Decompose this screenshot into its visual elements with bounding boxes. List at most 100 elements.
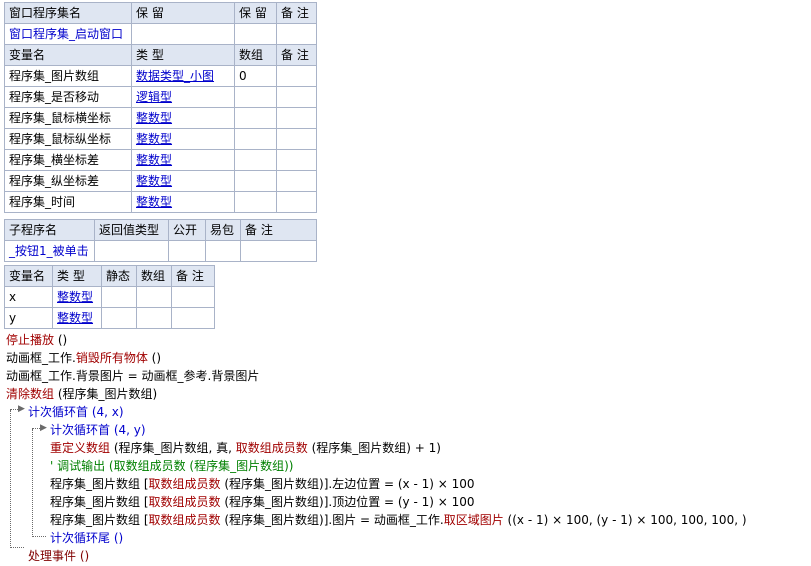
variable-note-cell[interactable] bbox=[171, 307, 215, 329]
code-line[interactable]: 动画框_工作.背景图片 = 动画框_参考.背景图片 bbox=[6, 367, 259, 385]
function-name: 取数组成员数 bbox=[148, 513, 221, 527]
variable-name-cell[interactable]: 程序集_是否移动 bbox=[4, 86, 132, 108]
note-cell[interactable] bbox=[276, 23, 317, 45]
variable-static-cell[interactable] bbox=[101, 286, 137, 308]
loop-guide-outer bbox=[10, 410, 11, 548]
reserved-cell-2[interactable] bbox=[234, 23, 277, 45]
code-text: 程序集_图片数组 [ bbox=[50, 513, 149, 527]
variable-name-cell[interactable]: 程序集_鼠标纵坐标 bbox=[4, 128, 132, 150]
header-note: 备 注 bbox=[171, 265, 215, 287]
header-assembly-name: 窗口程序集名 bbox=[4, 2, 132, 24]
variable-type-link[interactable]: 整数型 bbox=[131, 128, 235, 150]
header-array: 数组 bbox=[234, 44, 277, 66]
loop-guide-inner bbox=[32, 429, 33, 537]
variable-array-cell[interactable] bbox=[136, 286, 172, 308]
table-row: 程序集_鼠标横坐标 整数型 bbox=[4, 107, 317, 129]
code-text: ((x - 1) × 100, (y - 1) × 100, 100, 100,… bbox=[503, 513, 747, 527]
code-text: (程序集_图片数组)].左边位置 = (x - 1) × 100 bbox=[220, 477, 475, 491]
comment-line[interactable]: ' 调试输出 (取数组成员数 (程序集_图片数组)) bbox=[50, 457, 293, 475]
variable-array-cell[interactable] bbox=[234, 107, 277, 129]
variable-array-cell[interactable] bbox=[136, 307, 172, 329]
code-line[interactable]: 程序集_图片数组 [取数组成员数 (程序集_图片数组)].图片 = 动画框_工作… bbox=[50, 511, 747, 529]
variable-note-cell[interactable] bbox=[276, 170, 317, 192]
header-subroutine-name: 子程序名 bbox=[4, 219, 95, 241]
variable-type-link[interactable]: 整数型 bbox=[131, 191, 235, 213]
subroutine-table: 子程序名 返回值类型 公开 易包 备 注 _按钮1_被单击 bbox=[4, 219, 317, 262]
header-reserved-2: 保 留 bbox=[234, 2, 277, 24]
command-args: () bbox=[54, 333, 68, 347]
variable-array-cell[interactable] bbox=[234, 86, 277, 108]
code-text: 程序集_图片数组 [ bbox=[50, 477, 149, 491]
header-easy-package: 易包 bbox=[205, 219, 241, 241]
assembly-variables-table: 变量名 类 型 数组 备 注 程序集_图片数组 数据类型_小图 0 程序集_是否… bbox=[4, 44, 317, 213]
code-line[interactable]: 重定义数组 (程序集_图片数组, 真, 取数组成员数 (程序集_图片数组) + … bbox=[50, 439, 441, 457]
table-row: 程序集_图片数组 数据类型_小图 0 bbox=[4, 65, 317, 87]
variable-note-cell[interactable] bbox=[276, 128, 317, 150]
variable-type-link[interactable]: 整数型 bbox=[131, 107, 235, 129]
command-args: (程序集_图片数组) bbox=[54, 387, 158, 401]
public-cell[interactable] bbox=[168, 240, 206, 262]
easy-package-cell[interactable] bbox=[205, 240, 241, 262]
variable-name-cell[interactable]: 程序集_纵坐标差 bbox=[4, 170, 132, 192]
function-name: 取数组成员数 bbox=[148, 477, 221, 491]
code-line[interactable]: 清除数组 (程序集_图片数组) bbox=[6, 385, 157, 403]
loop-end-line[interactable]: 计次循环尾 () bbox=[50, 529, 123, 547]
table-row: 程序集_鼠标纵坐标 整数型 bbox=[4, 128, 317, 150]
code-line[interactable]: 动画框_工作.销毁所有物体 () bbox=[6, 349, 161, 367]
variable-note-cell[interactable] bbox=[276, 149, 317, 171]
table-row: 程序集_横坐标差 整数型 bbox=[4, 149, 317, 171]
variable-name-cell[interactable]: 程序集_时间 bbox=[4, 191, 132, 213]
variable-name-cell[interactable]: 程序集_横坐标差 bbox=[4, 149, 132, 171]
loop-start-line[interactable]: 计次循环首 (4, x) bbox=[28, 403, 124, 421]
variable-note-cell[interactable] bbox=[276, 107, 317, 129]
function-name: 取数组成员数 bbox=[235, 441, 308, 455]
variable-type-link[interactable]: 整数型 bbox=[131, 149, 235, 171]
variable-name-cell[interactable]: y bbox=[4, 307, 53, 329]
table-row: 程序集_是否移动 逻辑型 bbox=[4, 86, 317, 108]
variable-array-cell[interactable]: 0 bbox=[234, 65, 277, 87]
variable-array-cell[interactable] bbox=[234, 170, 277, 192]
variable-note-cell[interactable] bbox=[171, 286, 215, 308]
variable-type-link[interactable]: 逻辑型 bbox=[131, 86, 235, 108]
variable-static-cell[interactable] bbox=[101, 307, 137, 329]
header-array: 数组 bbox=[136, 265, 172, 287]
code-line[interactable]: 停止播放 () bbox=[6, 331, 67, 349]
assembly-table: 窗口程序集名 保 留 保 留 备 注 窗口程序集_启动窗口 bbox=[4, 2, 317, 45]
header-note: 备 注 bbox=[240, 219, 317, 241]
variable-array-cell[interactable] bbox=[234, 149, 277, 171]
variable-array-cell[interactable] bbox=[234, 128, 277, 150]
variable-name-cell[interactable]: x bbox=[4, 286, 53, 308]
code-line[interactable]: 处理事件 () bbox=[28, 547, 89, 565]
loop-start-line[interactable]: 计次循环首 (4, y) bbox=[50, 421, 146, 439]
code-text: 程序集_图片数组 [ bbox=[50, 495, 149, 509]
variable-type-link[interactable]: 整数型 bbox=[131, 170, 235, 192]
table-row: y 整数型 bbox=[4, 307, 215, 329]
header-note: 备 注 bbox=[276, 44, 317, 66]
variable-note-cell[interactable] bbox=[276, 65, 317, 87]
variable-note-cell[interactable] bbox=[276, 86, 317, 108]
code-line[interactable]: 程序集_图片数组 [取数组成员数 (程序集_图片数组)].左边位置 = (x -… bbox=[50, 475, 475, 493]
local-variables-table: 变量名 类 型 静态 数组 备 注 x 整数型 y 整数型 bbox=[4, 265, 215, 329]
table-row: 程序集_时间 整数型 bbox=[4, 191, 317, 213]
variable-array-cell[interactable] bbox=[234, 191, 277, 213]
variable-type-link[interactable]: 数据类型_小图 bbox=[131, 65, 235, 87]
reserved-cell-1[interactable] bbox=[131, 23, 235, 45]
subroutine-name-cell[interactable]: _按钮1_被单击 bbox=[4, 240, 95, 262]
header-public: 公开 bbox=[168, 219, 206, 241]
function-name: 取数组成员数 bbox=[148, 495, 221, 509]
note-cell[interactable] bbox=[240, 240, 317, 262]
command-args: () bbox=[147, 351, 162, 365]
header-note: 备 注 bbox=[276, 2, 317, 24]
object-name: 动画框_工作. bbox=[6, 351, 76, 365]
variable-type-link[interactable]: 整数型 bbox=[52, 307, 102, 329]
variable-name-cell[interactable]: 程序集_鼠标横坐标 bbox=[4, 107, 132, 129]
variable-type-link[interactable]: 整数型 bbox=[52, 286, 102, 308]
variable-name-cell[interactable]: 程序集_图片数组 bbox=[4, 65, 132, 87]
code-text: (程序集_图片数组)].图片 = 动画框_工作. bbox=[220, 513, 444, 527]
code-line[interactable]: 程序集_图片数组 [取数组成员数 (程序集_图片数组)].顶边位置 = (y -… bbox=[50, 493, 475, 511]
loop-guide-outer-bottom bbox=[10, 547, 24, 548]
variable-note-cell[interactable] bbox=[276, 191, 317, 213]
assembly-name-cell[interactable]: 窗口程序集_启动窗口 bbox=[4, 23, 132, 45]
table-row: 程序集_纵坐标差 整数型 bbox=[4, 170, 317, 192]
return-type-cell[interactable] bbox=[94, 240, 169, 262]
